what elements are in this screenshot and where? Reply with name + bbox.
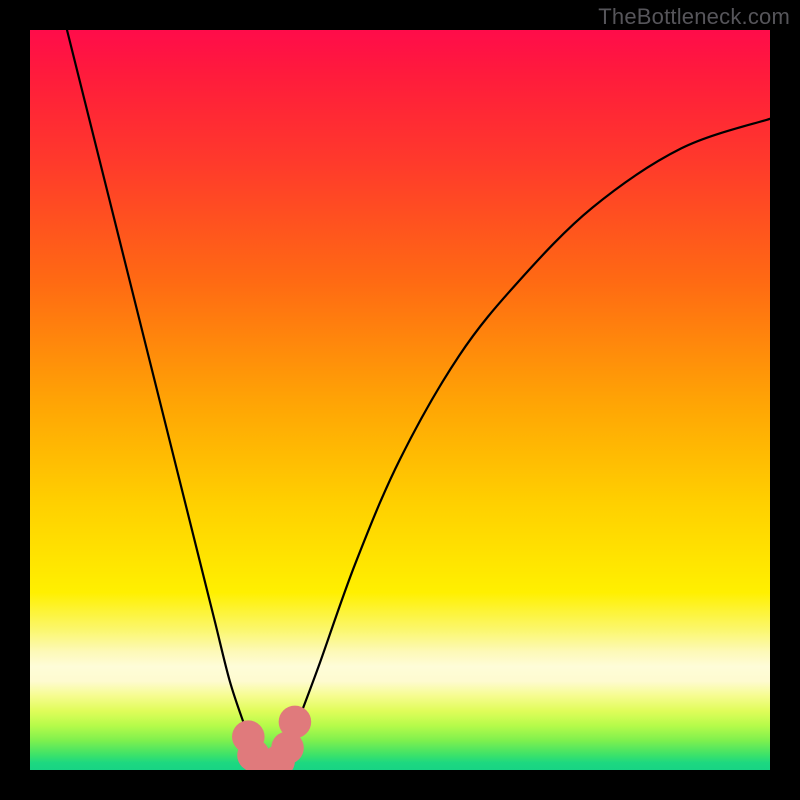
curve-layer: [30, 30, 770, 770]
marker-dots: [232, 706, 311, 770]
bottleneck-curve: [67, 30, 770, 770]
plot-area: [30, 30, 770, 770]
chart-frame: TheBottleneck.com: [0, 0, 800, 800]
marker-dot: [279, 706, 312, 739]
watermark-text: TheBottleneck.com: [598, 4, 790, 30]
